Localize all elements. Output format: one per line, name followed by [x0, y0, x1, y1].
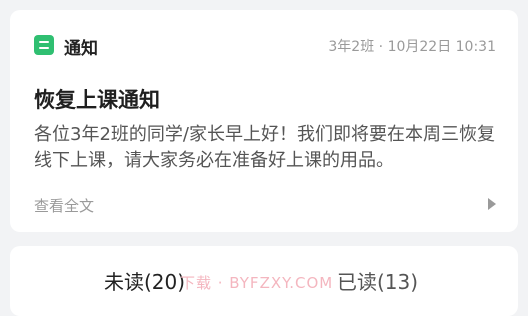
notification-card[interactable]: 通知 3年2班 · 10月22日 10:31 恢复上课通知 各位3年2班的同学/…: [10, 10, 518, 232]
tab-unread[interactable]: 未读(20): [104, 266, 185, 295]
chevron-right-icon[interactable]: [488, 198, 496, 210]
watermark: 下载 · BYFZXY.COM: [180, 274, 334, 292]
notice-icon: [34, 35, 54, 55]
tab-read[interactable]: 已读(13): [337, 266, 418, 295]
read-status-card: 未读(20) 下载 · BYFZXY.COM 已读(13): [10, 246, 518, 316]
notification-header: 通知 3年2班 · 10月22日 10:31: [34, 34, 496, 59]
notification-body: 各位3年2班的同学/家长早上好！我们即将要在本周三恢复线下上课，请大家务必在准备…: [34, 124, 495, 171]
meta-separator: ·: [378, 39, 384, 55]
view-all-link[interactable]: 查看全文: [34, 195, 94, 216]
notification-datetime: 10月22日 10:31: [387, 39, 496, 55]
class-name: 3年2班: [328, 39, 375, 55]
notification-title: 恢复上课通知: [34, 88, 160, 112]
notification-meta: 3年2班 · 10月22日 10:31: [328, 36, 496, 56]
app-name: 通知: [64, 39, 98, 59]
